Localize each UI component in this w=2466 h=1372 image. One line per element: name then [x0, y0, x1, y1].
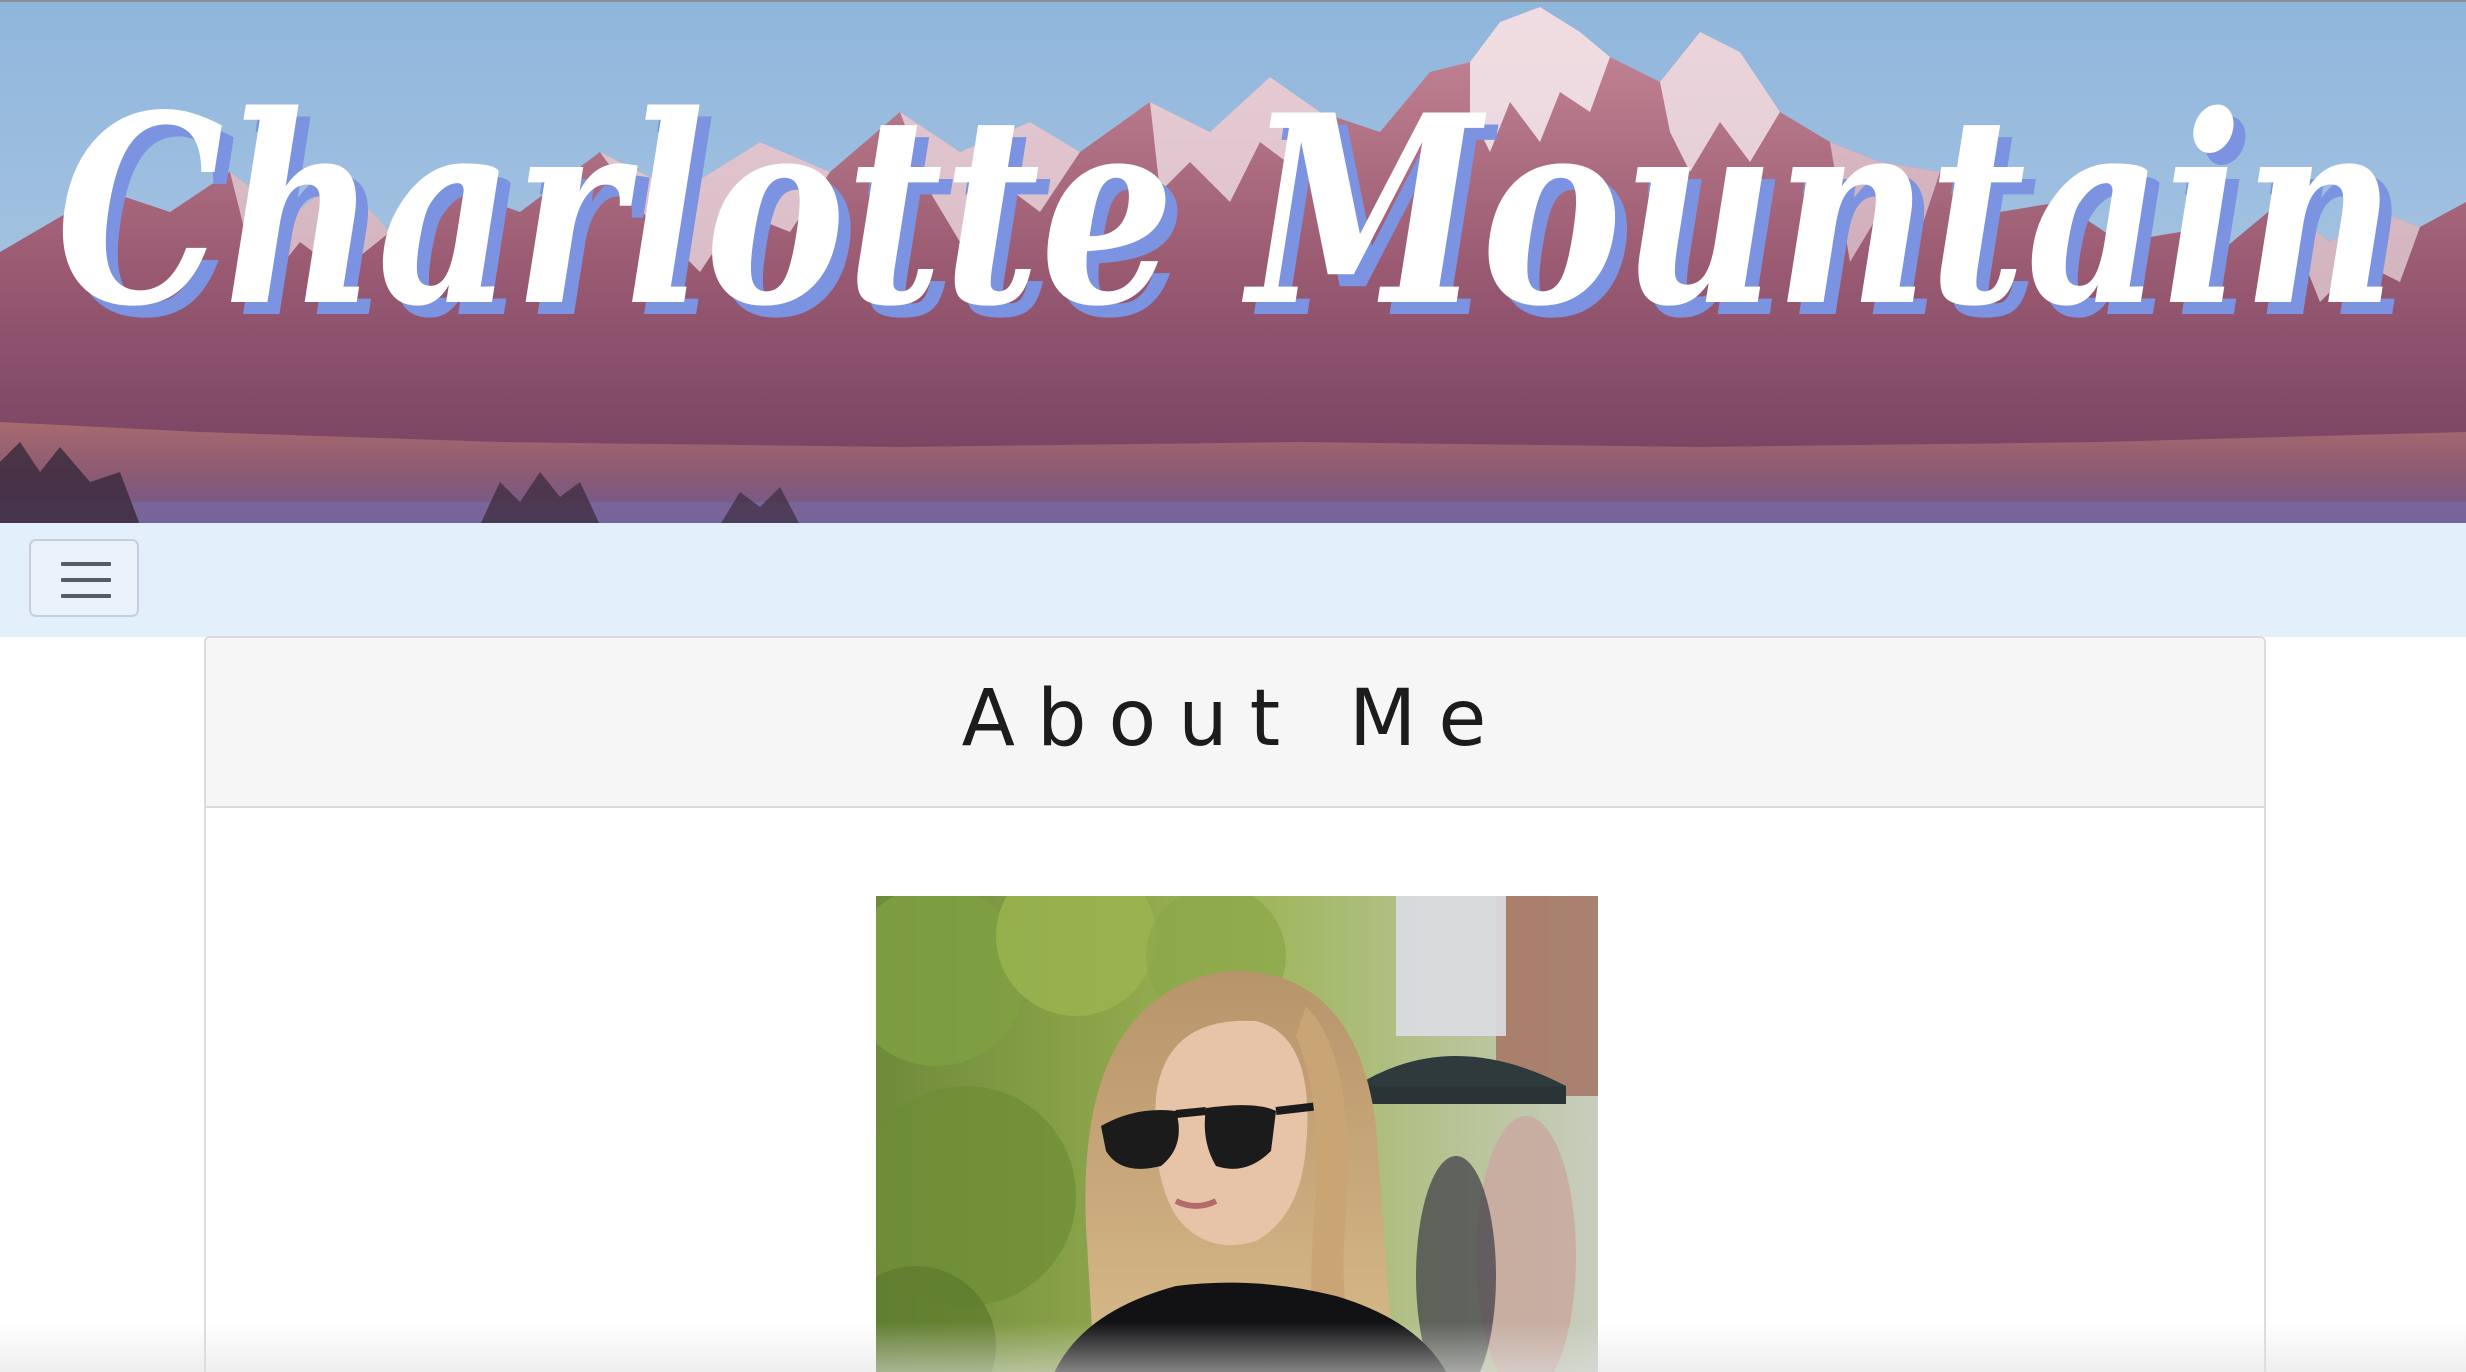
- page: Charlotte Mountain Charlotte Mountain Ab…: [0, 0, 2466, 1372]
- menu-toggle-button[interactable]: [29, 539, 139, 617]
- card-header: About Me: [206, 638, 2264, 808]
- banner-title-text: Charlotte Mountain: [56, 59, 2396, 364]
- card-title: About Me: [961, 674, 1509, 764]
- mountain-banner-image: Charlotte Mountain Charlotte Mountain: [0, 2, 2466, 523]
- banner-title: Charlotte Mountain Charlotte Mountain: [56, 59, 2408, 376]
- about-card: About Me: [204, 636, 2266, 1372]
- portrait-image: [876, 896, 1598, 1372]
- site-banner[interactable]: Charlotte Mountain Charlotte Mountain: [0, 0, 2466, 523]
- portrait-photo: [876, 896, 1598, 1372]
- navbar: [0, 523, 2466, 637]
